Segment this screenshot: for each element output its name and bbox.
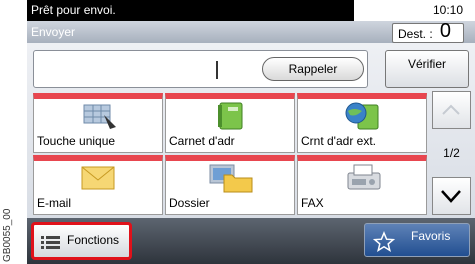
fax-icon — [347, 164, 381, 190]
recall-button[interactable]: Rappeler — [262, 57, 364, 81]
tile-label: Dossier — [169, 196, 210, 210]
address-field[interactable]: Rappeler — [33, 50, 368, 88]
one-touch-key-icon — [83, 104, 116, 129]
page-indicator: 1/2 — [443, 146, 460, 160]
bottom-bar: Fonctions Favoris — [27, 218, 475, 264]
touch-panel-screen: Prêt pour envoi. 10:10 Envoyer Dest. : 0… — [27, 0, 475, 264]
tile-folder[interactable]: Dossier — [165, 155, 295, 215]
list-icon — [41, 236, 60, 249]
tile-external-address-book[interactable]: Crnt d'adr ext. — [297, 93, 427, 153]
favorites-label: Favoris — [411, 229, 451, 243]
tile-one-touch-key[interactable]: Touche unique — [33, 93, 163, 153]
tile-address-book[interactable]: Carnet d'adr — [165, 93, 295, 153]
check-button[interactable]: Vérifier — [385, 50, 469, 88]
text-cursor — [216, 61, 218, 79]
tile-label: Touche unique — [37, 134, 116, 148]
chevron-down-icon — [441, 190, 461, 203]
page-title: Envoyer — [31, 25, 76, 39]
figure-code: GB0055_00 — [2, 208, 13, 262]
status-time: 10:10 — [432, 3, 463, 17]
favorites-button[interactable]: Favoris — [364, 223, 470, 257]
external-address-book-icon — [345, 102, 379, 130]
tile-label: Carnet d'adr — [169, 134, 235, 148]
scroll-up-button[interactable] — [432, 91, 471, 129]
tile-email[interactable]: E-mail — [33, 155, 163, 215]
address-book-icon — [218, 102, 243, 130]
main-area: Rappeler Vérifier Touche unique Carnet d… — [27, 43, 475, 218]
tile-label: FAX — [301, 196, 324, 210]
envelope-icon — [81, 166, 115, 190]
tile-fax[interactable]: FAX — [297, 155, 427, 215]
folder-icon — [209, 164, 253, 193]
pager: 1/2 — [432, 91, 471, 216]
status-bar: Prêt pour envoi. 10:10 — [27, 0, 475, 21]
status-message: Prêt pour envoi. — [27, 0, 354, 21]
destination-label: Dest. : — [398, 27, 433, 41]
destination-counter: Dest. : 0 — [392, 20, 464, 43]
functions-label: Fonctions — [67, 233, 120, 247]
tile-label: E-mail — [37, 196, 72, 210]
star-icon — [373, 231, 395, 253]
chevron-up-icon — [442, 104, 460, 115]
functions-button[interactable]: Fonctions — [31, 222, 132, 260]
destination-count: 0 — [439, 20, 451, 42]
tile-label: Crnt d'adr ext. — [301, 134, 376, 148]
scroll-down-button[interactable] — [432, 177, 471, 215]
title-bar: Envoyer Dest. : 0 — [27, 20, 475, 43]
